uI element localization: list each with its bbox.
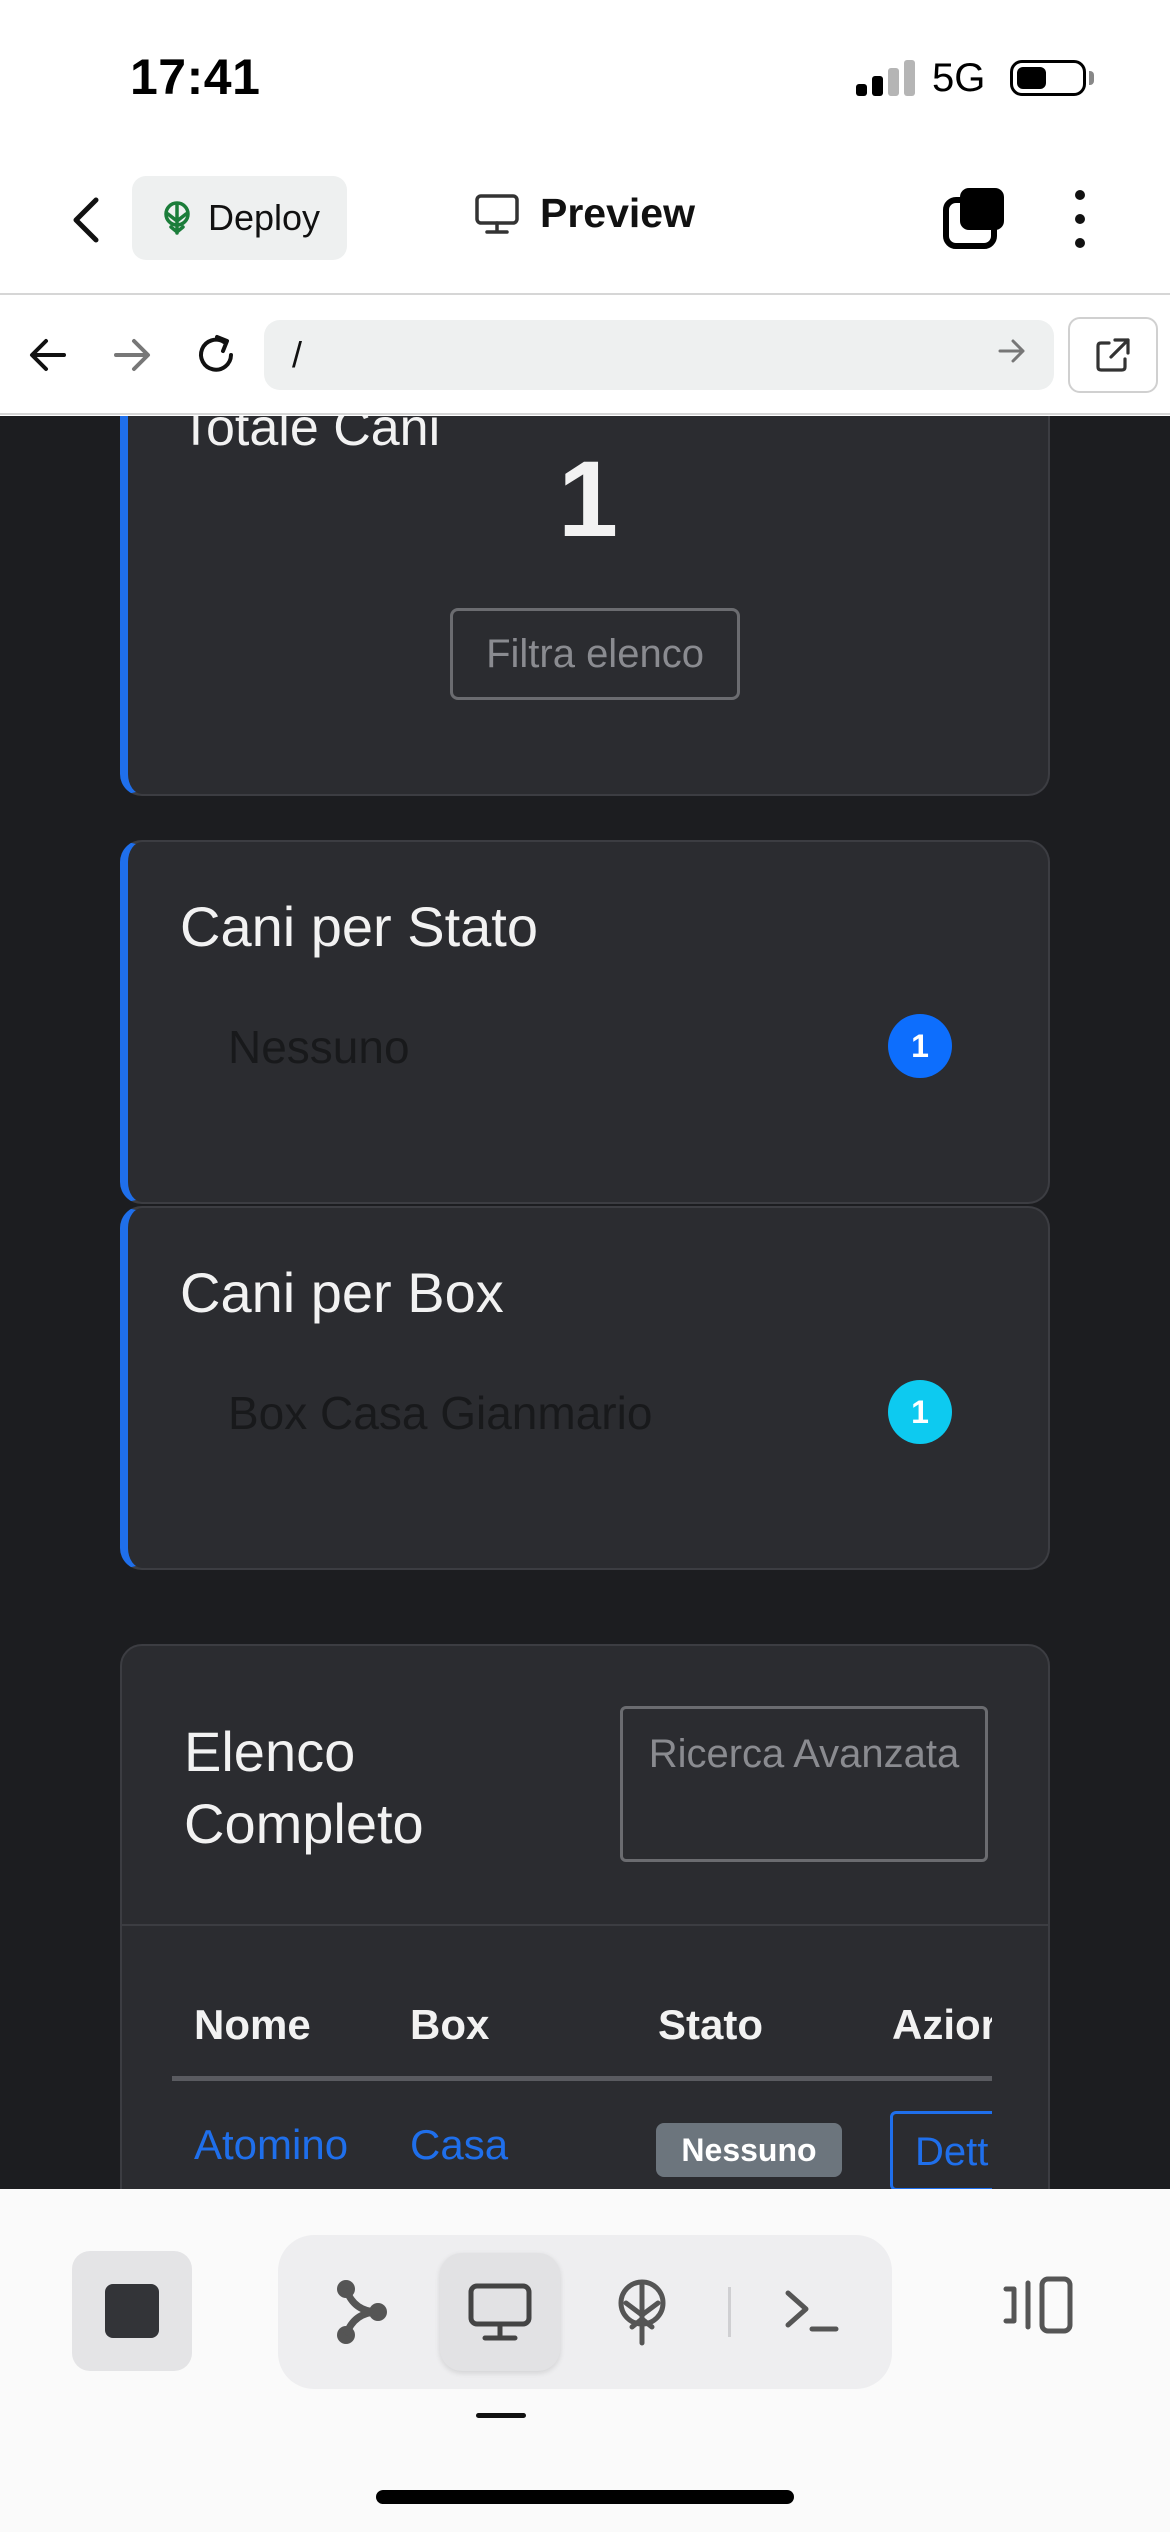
git-branch-icon bbox=[337, 2280, 387, 2344]
filter-list-button[interactable]: Filtra elenco bbox=[450, 608, 740, 700]
preview-tool-button[interactable] bbox=[440, 2253, 560, 2371]
box-card-title: Cani per Box bbox=[180, 1261, 504, 1324]
column-header-box: Box bbox=[410, 2001, 490, 2048]
tabs-icon bbox=[943, 188, 1004, 249]
total-card-value: 1 bbox=[557, 438, 619, 559]
monitor-icon bbox=[468, 2283, 532, 2341]
browser-toolbar bbox=[0, 295, 1170, 415]
app-header: Deploy Preview bbox=[0, 150, 1170, 295]
panel-handle[interactable] bbox=[476, 2413, 526, 2418]
side-panel-button[interactable] bbox=[998, 2265, 1078, 2345]
column-header-nome: Nome bbox=[194, 2001, 311, 2048]
monitor-icon bbox=[475, 193, 519, 234]
web-content: Totale Cani 1 Filtra elenco Cani per Sta… bbox=[0, 416, 1170, 2189]
external-link-icon bbox=[1096, 338, 1130, 372]
stop-icon bbox=[105, 2284, 159, 2338]
terminal-button[interactable] bbox=[752, 2253, 872, 2371]
battery-icon bbox=[1010, 60, 1086, 96]
more-vertical-icon[interactable] bbox=[1060, 184, 1100, 254]
tool-group bbox=[278, 2235, 892, 2389]
table-scroll-area[interactable]: Nome Box Stato Azior Atomino Casa Nessun… bbox=[172, 1981, 992, 2189]
list-divider bbox=[122, 1924, 1048, 1926]
status-count-badge: 1 bbox=[888, 1014, 952, 1078]
go-button[interactable] bbox=[996, 335, 1036, 375]
arrow-left-icon bbox=[30, 339, 66, 371]
row-box-link[interactable]: Casa bbox=[410, 2121, 508, 2169]
reload-icon bbox=[199, 335, 233, 372]
row-name-link[interactable]: Atomino bbox=[194, 2121, 348, 2169]
battery-tip bbox=[1089, 71, 1094, 85]
stop-button[interactable] bbox=[72, 2251, 192, 2371]
deploy-icon bbox=[618, 2279, 666, 2346]
row-status-badge: Nessuno bbox=[656, 2123, 842, 2177]
bottom-toolbar bbox=[0, 2189, 1170, 2532]
preview-title: Preview bbox=[474, 190, 695, 237]
back-button[interactable] bbox=[60, 190, 110, 250]
terminal-icon bbox=[785, 2290, 839, 2332]
signal-icon bbox=[856, 60, 916, 96]
home-indicator bbox=[376, 2490, 794, 2504]
preview-label: Preview bbox=[540, 190, 695, 236]
deploy-tree-icon bbox=[164, 201, 190, 235]
dogs-by-status-card: Cani per Stato Nessuno 1 bbox=[120, 840, 1050, 1204]
box-count-badge: 1 bbox=[888, 1380, 952, 1444]
deploy-tool-button[interactable] bbox=[582, 2253, 702, 2371]
network-label: 5G bbox=[932, 56, 986, 100]
open-in-browser-button[interactable] bbox=[1068, 317, 1158, 393]
arrow-right-icon bbox=[114, 339, 150, 371]
browser-forward-button[interactable] bbox=[102, 325, 162, 385]
status-card-title: Cani per Stato bbox=[180, 895, 538, 958]
url-input[interactable] bbox=[264, 320, 1054, 390]
side-panel-icon bbox=[1003, 2276, 1073, 2334]
arrow-right-icon bbox=[998, 339, 1025, 363]
total-dogs-card: Totale Cani 1 Filtra elenco bbox=[120, 416, 1050, 796]
box-row-label[interactable]: Box Casa Gianmario bbox=[228, 1386, 652, 1440]
git-branch-button[interactable] bbox=[302, 2253, 422, 2371]
status-row-label[interactable]: Nessuno bbox=[228, 1020, 410, 1074]
column-header-stato: Stato bbox=[658, 2001, 763, 2048]
tool-separator bbox=[728, 2287, 731, 2337]
deploy-button[interactable]: Deploy bbox=[132, 176, 347, 260]
advanced-search-button[interactable]: Ricerca Avanzata bbox=[620, 1706, 988, 1862]
deploy-label: Deploy bbox=[208, 197, 321, 238]
status-time: 17:41 bbox=[130, 49, 261, 105]
row-details-button[interactable]: Dett bbox=[890, 2111, 992, 2189]
browser-back-button[interactable] bbox=[18, 325, 78, 385]
status-bar: 17:41 5G bbox=[0, 0, 1170, 150]
list-title: Elenco Completo bbox=[184, 1720, 424, 1855]
column-header-azioni: Azior bbox=[892, 2001, 992, 2048]
header-rule bbox=[172, 2076, 992, 2081]
chevron-left-icon bbox=[73, 197, 99, 243]
dogs-by-box-card: Cani per Box Box Casa Gianmario 1 bbox=[120, 1206, 1050, 1570]
tabs-button[interactable] bbox=[940, 186, 1006, 252]
reload-button[interactable] bbox=[186, 325, 246, 385]
full-list-card: Elenco Completo Ricerca Avanzata Nome Bo… bbox=[120, 1644, 1050, 2189]
